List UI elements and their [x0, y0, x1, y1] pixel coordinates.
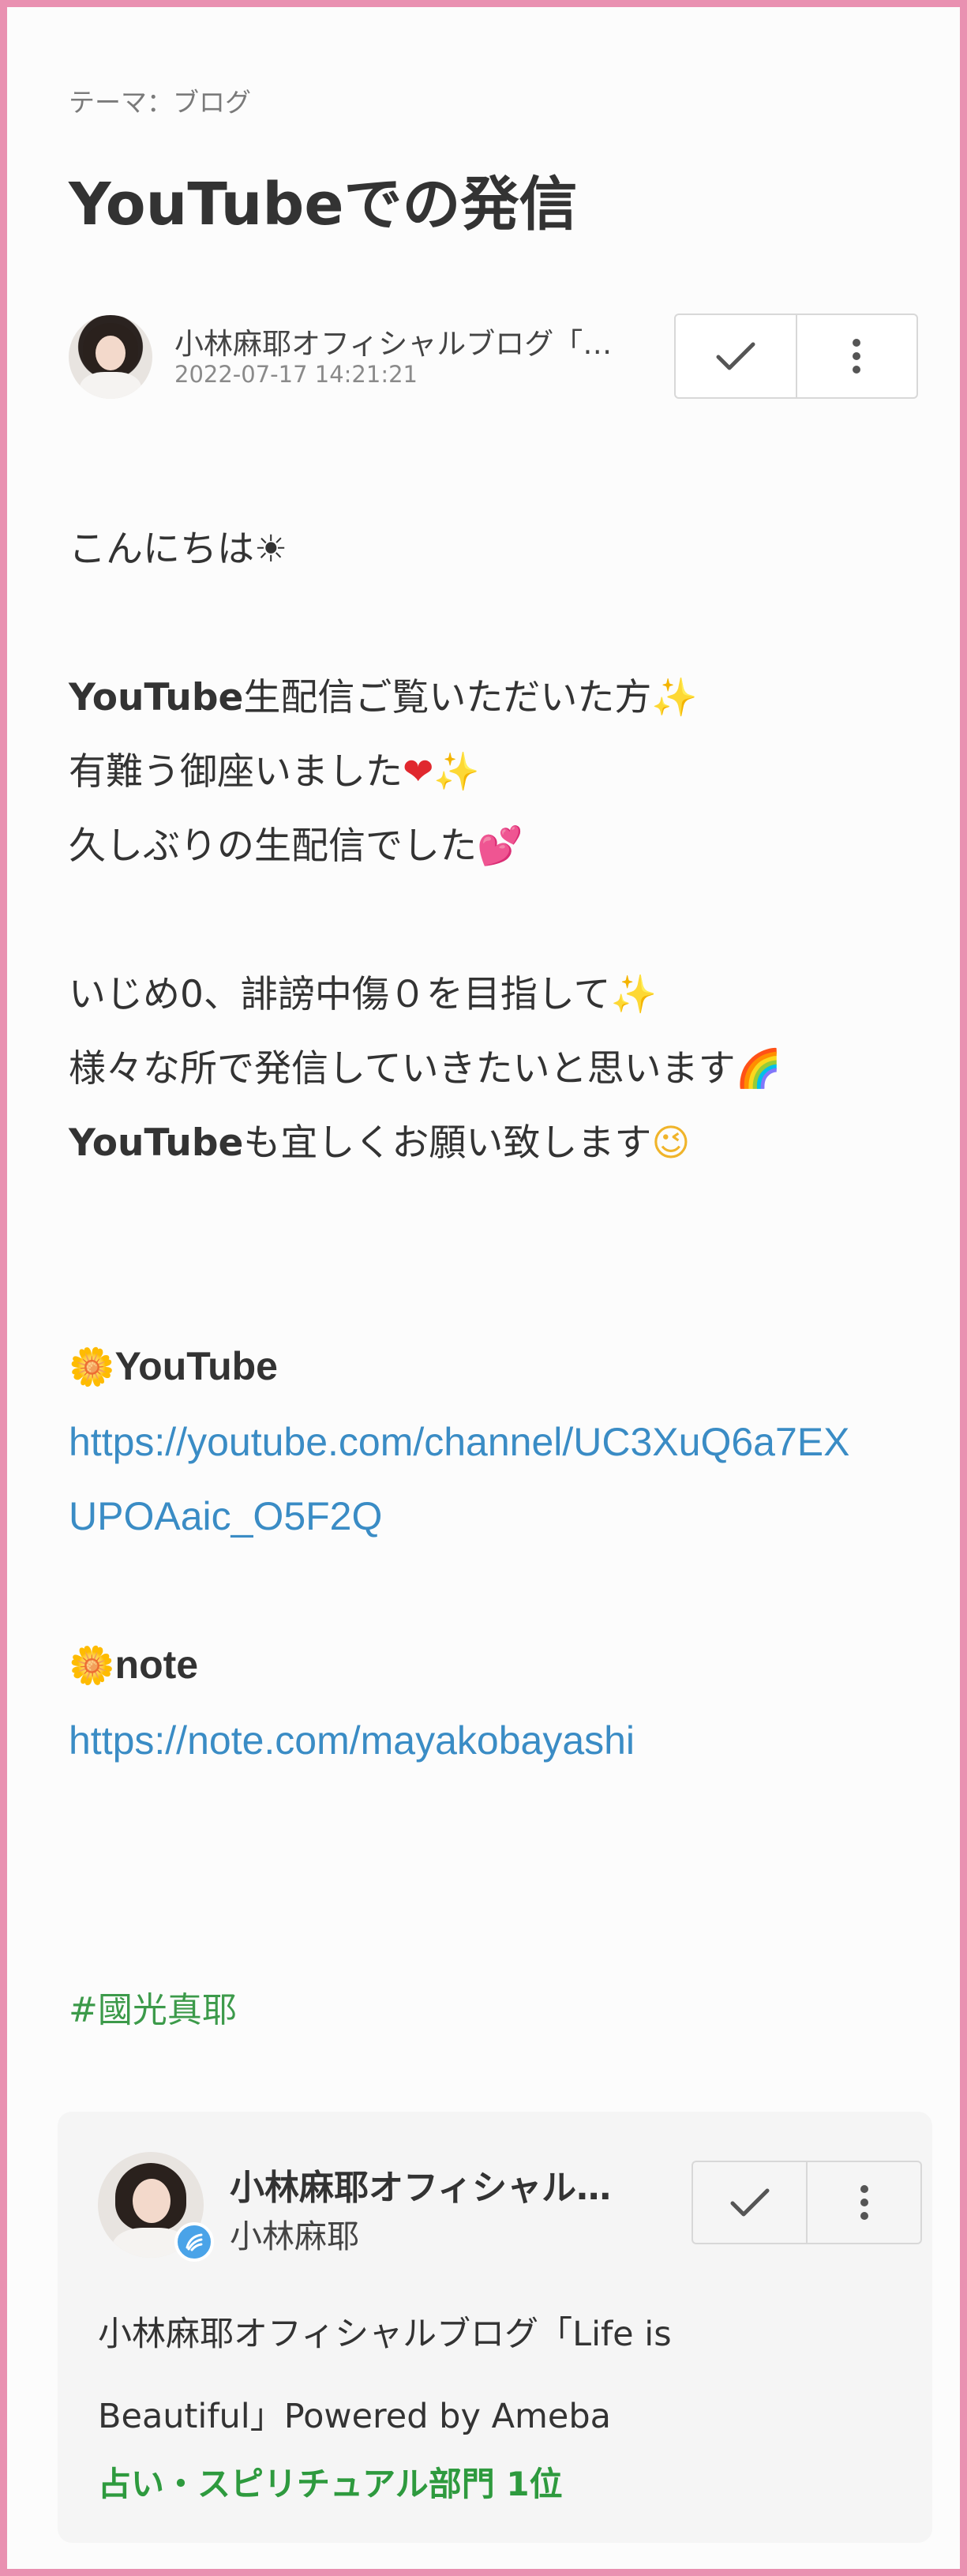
author-header: 小林麻耶オフィシャルブログ「… 2022-07-17 14:21:21: [69, 314, 918, 400]
youtube-label: YouTube: [114, 1344, 278, 1388]
more-vertical-icon: [852, 338, 861, 374]
card-follow-controls: [692, 2161, 922, 2244]
card-more-options-button[interactable]: [806, 2162, 920, 2243]
post-datetime: 2022-07-17 14:21:21: [174, 361, 418, 388]
ranking-label[interactable]: 占い・スピリチュアル部門 1位: [98, 2458, 563, 2506]
avatar[interactable]: [69, 315, 152, 399]
body-line: YouTubeも宜しくお願い致します😉: [69, 1121, 691, 1165]
body-line: 様々な所で発信していきたいと思います🌈: [69, 1047, 782, 1091]
heart-icon: ❤: [403, 750, 434, 794]
follow-button[interactable]: [676, 315, 796, 397]
check-icon: [715, 340, 756, 372]
page-title: YouTubeでの発信: [69, 171, 578, 238]
card-author-name: 小林麻耶: [230, 2217, 359, 2255]
body-line: こんにちは☀: [69, 528, 288, 571]
body-line: YouTube生配信ご覧いただいた方✨: [69, 676, 698, 719]
two-hearts-icon: 💕: [477, 824, 523, 868]
follow-controls: [674, 314, 918, 399]
card-follow-button[interactable]: [693, 2162, 806, 2243]
note-label: note: [114, 1643, 199, 1687]
sparkle-icon: ✨: [433, 750, 480, 794]
sparkle-icon: ✨: [651, 676, 698, 719]
note-link[interactable]: https://note.com/mayakobayashi: [69, 1703, 929, 1778]
rainbow-icon: 🌈: [735, 1047, 782, 1091]
sun-icon: ☀: [254, 528, 288, 571]
wink-icon: 😉: [651, 1121, 691, 1165]
card-description: 小林麻耶オフィシャルブログ「Life is Beautiful」Powered …: [98, 2315, 672, 2436]
sparkle-icon: ✨: [610, 973, 658, 1016]
flower-icon: 🌼: [69, 1346, 115, 1389]
more-options-button[interactable]: [795, 315, 917, 397]
hashtag-link[interactable]: #國光真耶: [69, 1981, 237, 2032]
youtube-label-line: 🌼YouTube: [69, 1329, 929, 1405]
body-line: 有難う御座いました❤✨: [69, 750, 480, 794]
card-blog-name[interactable]: 小林麻耶オフィシャル…: [230, 2159, 656, 2210]
check-icon: [729, 2187, 770, 2218]
blogger-card: 小林麻耶オフィシャル… 小林麻耶 小林麻耶オフィシャルブログ「Life is B…: [58, 2112, 932, 2543]
note-label-line: 🌼note: [69, 1628, 929, 1703]
more-vertical-icon: [860, 2184, 869, 2221]
youtube-link[interactable]: https://youtube.com/channel/UC3XuQ6a7EX U…: [69, 1405, 929, 1553]
flower-icon: 🌼: [69, 1644, 115, 1688]
body-line: 久しぶりの生配信でした💕: [69, 824, 523, 868]
body-line: いじめ0、誹謗中傷０を目指して✨: [69, 973, 658, 1016]
theme-label[interactable]: テーマ：ブログ: [69, 81, 251, 119]
ameba-badge-icon: [174, 2222, 214, 2262]
page-frame: テーマ：ブログ YouTubeでの発信 小林麻耶オフィシャルブログ「… 2022…: [0, 0, 967, 2576]
article-body: こんにちは☀ YouTube生配信ご覧いただいた方✨ 有難う御座いました❤✨ 久…: [69, 513, 929, 1778]
author-name[interactable]: 小林麻耶オフィシャルブログ「…: [174, 320, 632, 362]
